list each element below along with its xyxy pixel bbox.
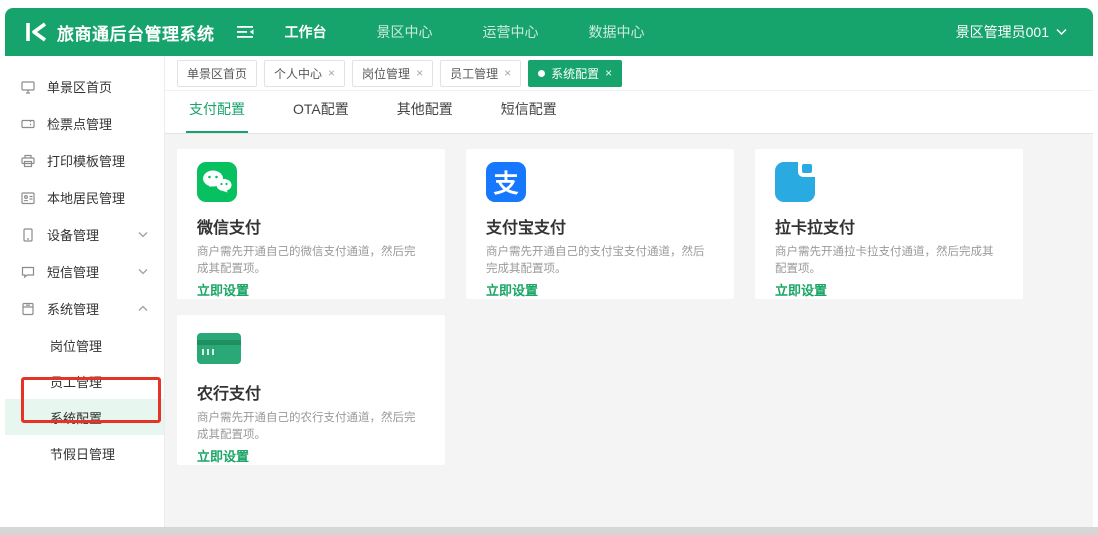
sidebar-item-device-management[interactable]: 设备管理: [5, 216, 164, 253]
card-title: 农行支付: [197, 386, 262, 403]
id-card-icon: [20, 190, 36, 206]
card-description: 商户需先开通自己的微信支付通道，然后完成其配置项。: [197, 246, 416, 275]
card-wechat-pay: 微信支付 商户需先开通自己的微信支付通道，然后完成其配置项。 立即设置: [177, 149, 445, 299]
card-description: 商户需先开通拉卡拉支付通道，然后完成其配置项。: [775, 246, 994, 275]
sidebar-subitem-holiday-management[interactable]: 节假日管理: [5, 435, 164, 471]
sidebar-item-sms-management[interactable]: 短信管理: [5, 253, 164, 290]
user-name: 景区管理员001: [955, 24, 1049, 40]
setup-now-link[interactable]: 立即设置: [197, 280, 249, 299]
brand-logo-icon: [26, 22, 47, 42]
printer-icon: [20, 153, 36, 169]
tab-other-config[interactable]: 其他配置: [394, 99, 456, 133]
tab-chip-single-scenic-home[interactable]: 单景区首页: [177, 59, 258, 87]
sidebar-item-system-management[interactable]: 系统管理: [5, 290, 164, 327]
setup-now-link[interactable]: 立即设置: [486, 280, 538, 299]
message-icon: [20, 264, 36, 280]
card-abc-pay: 农行支付 商户需先开通自己的农行支付通道，然后完成其配置项。 立即设置: [177, 315, 445, 465]
alipay-icon: 支: [486, 162, 526, 202]
tab-ota-config[interactable]: OTA配置: [290, 99, 352, 133]
nav-data-center[interactable]: 数据中心: [589, 22, 645, 42]
app-title: 旅商通后台管理系统: [57, 24, 215, 44]
close-icon[interactable]: ×: [605, 67, 612, 79]
card-title: 支付宝支付: [486, 220, 567, 237]
tab-sms-config[interactable]: 短信配置: [498, 99, 560, 133]
active-dot-icon: [538, 69, 546, 77]
system-icon: [20, 301, 36, 317]
card-alipay: 支 支付宝支付 商户需先开通自己的支付宝支付通道，然后完成其配置项。 立即设置: [466, 149, 734, 299]
tab-chip-system-config[interactable]: 系统配置 ×: [528, 59, 623, 87]
opened-tabs-bar: 单景区首页 个人中心 × 岗位管理 × 员工管理 × 系统配置 ×: [165, 56, 1093, 91]
device-icon: [20, 227, 36, 243]
monitor-icon: [20, 79, 36, 95]
wechat-pay-icon: [197, 162, 237, 202]
chevron-up-icon: [138, 305, 148, 312]
tab-payment-config[interactable]: 支付配置: [186, 99, 248, 133]
nav-scenic-center[interactable]: 景区中心: [377, 22, 433, 42]
card-description: 商户需先开通自己的农行支付通道，然后完成其配置项。: [197, 412, 416, 441]
app-logo: 旅商通后台管理系统: [5, 19, 215, 45]
lakala-pay-icon: [775, 162, 815, 202]
nav-operation-center[interactable]: 运营中心: [483, 22, 539, 42]
tab-chip-staff-management[interactable]: 员工管理 ×: [440, 59, 522, 87]
sidebar-item-print-template[interactable]: 打印模板管理: [5, 142, 164, 179]
card-lakala-pay: 拉卡拉支付 商户需先开通拉卡拉支付通道，然后完成其配置项。 立即设置: [755, 149, 1023, 299]
chevron-down-icon: [1056, 28, 1067, 36]
top-nav: 工作台 景区中心 运营中心 数据中心: [285, 22, 645, 42]
config-tabs: 支付配置 OTA配置 其他配置 短信配置: [165, 91, 1093, 134]
sidebar-item-local-residents[interactable]: 本地居民管理: [5, 179, 164, 216]
sidebar-item-ticket-check[interactable]: 检票点管理: [5, 105, 164, 142]
sidebar-subitem-system-config[interactable]: 系统配置: [5, 399, 164, 435]
sidebar-subitem-staff-management[interactable]: 员工管理: [5, 363, 164, 399]
sidebar-item-single-scenic-home[interactable]: 单景区首页: [5, 68, 164, 105]
close-icon[interactable]: ×: [504, 67, 511, 79]
card-title: 拉卡拉支付: [775, 220, 856, 237]
tab-chip-personal-center[interactable]: 个人中心 ×: [264, 59, 346, 87]
user-menu[interactable]: 景区管理员001: [956, 22, 1093, 42]
setup-now-link[interactable]: 立即设置: [775, 280, 827, 299]
collapse-sidebar-icon[interactable]: [236, 25, 255, 39]
close-icon[interactable]: ×: [328, 67, 335, 79]
setup-now-link[interactable]: 立即设置: [197, 446, 249, 465]
app-window: 旅商通后台管理系统 工作台 景区中心 运营中心 数据中心 景区管理员001 单景…: [5, 8, 1093, 527]
chevron-down-icon: [138, 231, 148, 238]
tab-chip-post-management[interactable]: 岗位管理 ×: [352, 59, 434, 87]
nav-workbench[interactable]: 工作台: [285, 22, 327, 42]
top-header: 旅商通后台管理系统 工作台 景区中心 运营中心 数据中心 景区管理员001: [5, 8, 1093, 56]
chevron-down-icon: [138, 268, 148, 275]
close-icon[interactable]: ×: [416, 67, 423, 79]
sidebar: 单景区首页 检票点管理 打印模板管理 本地居民管理 设备管理 短信管理 系统管理…: [5, 56, 165, 527]
sidebar-subitem-post-management[interactable]: 岗位管理: [5, 327, 164, 363]
bottom-scrollbar-strip[interactable]: [0, 527, 1098, 535]
ticket-icon: [20, 116, 36, 132]
bank-card-icon: [197, 333, 241, 364]
card-title: 微信支付: [197, 220, 262, 237]
main-area: 单景区首页 个人中心 × 岗位管理 × 员工管理 × 系统配置 × 支付配置 O…: [165, 56, 1093, 527]
card-description: 商户需先开通自己的支付宝支付通道，然后完成其配置项。: [486, 246, 705, 275]
payment-cards-area: 微信支付 商户需先开通自己的微信支付通道，然后完成其配置项。 立即设置 支 支付…: [165, 134, 1093, 527]
